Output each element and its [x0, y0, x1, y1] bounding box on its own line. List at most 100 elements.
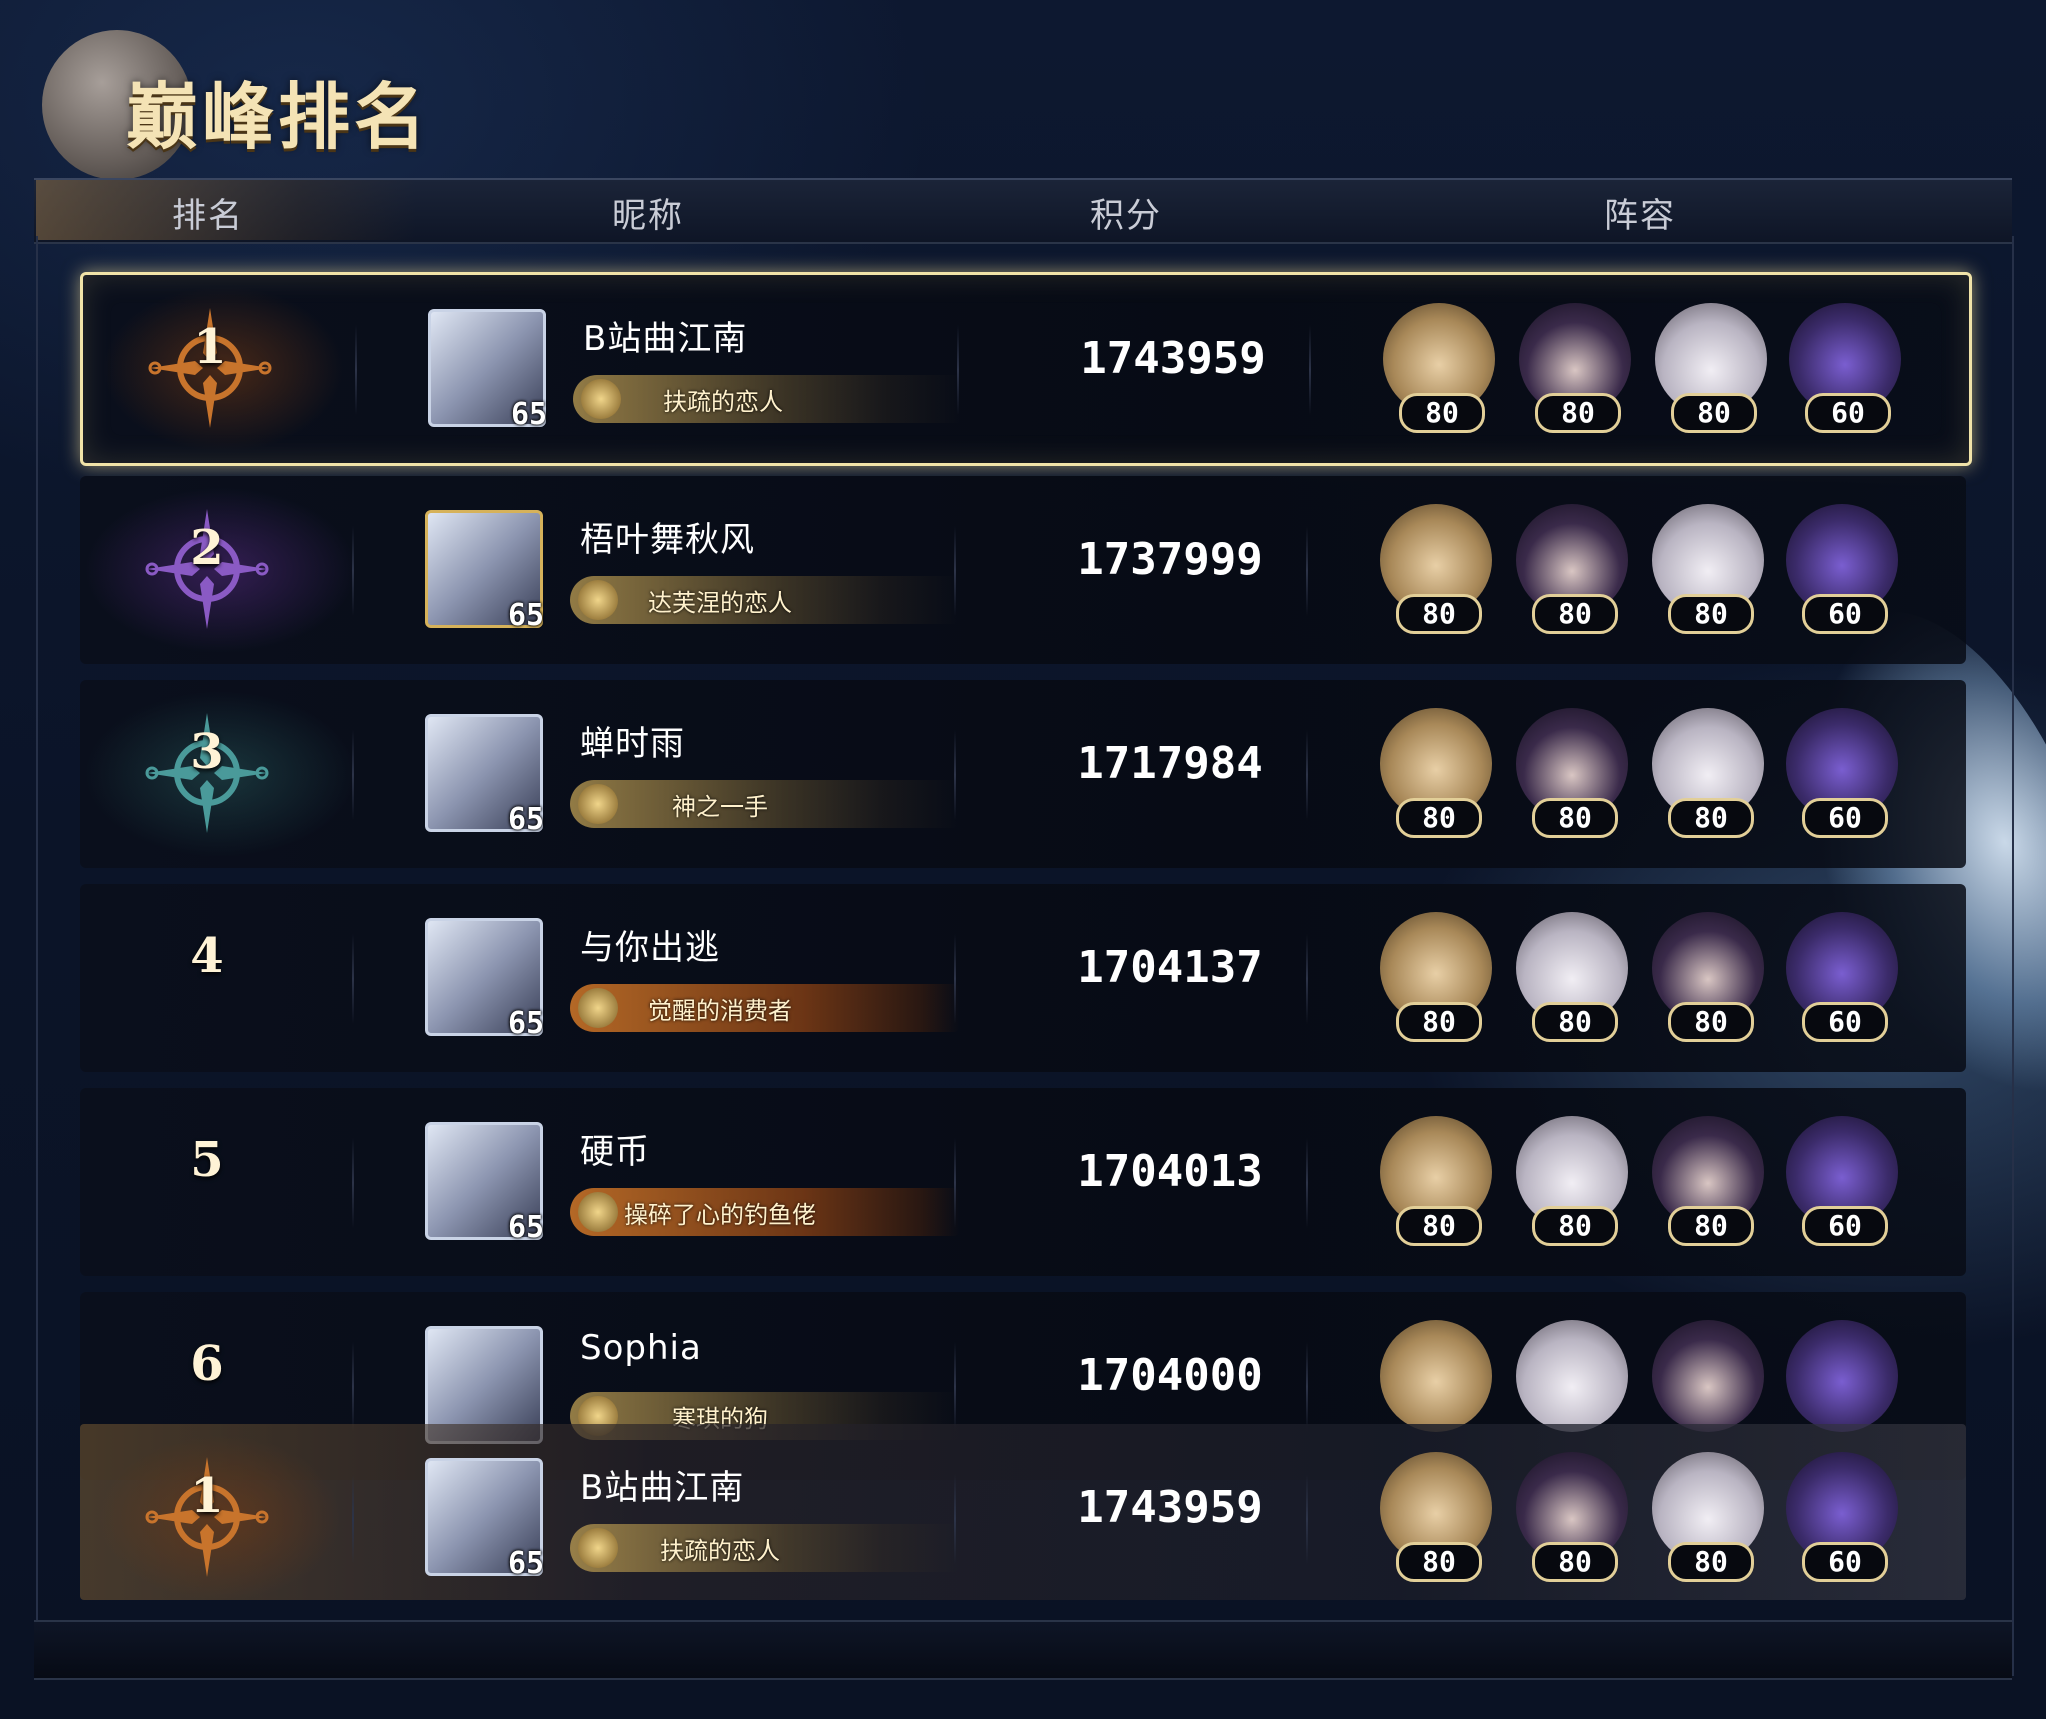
player-name: 硬币: [580, 1132, 650, 1172]
ranking-row[interactable]: 1 65 B站曲江南扶疏的恋人 1743959 80 80 80 60: [80, 272, 1972, 466]
player-level: 65: [508, 1546, 545, 1581]
hero-level: 60: [1802, 798, 1888, 838]
hero-level: 80: [1396, 594, 1482, 634]
hero-level: 60: [1802, 1542, 1888, 1582]
hero-level: 80: [1668, 1542, 1754, 1582]
hero-level: 80: [1396, 798, 1482, 838]
divider: [954, 1138, 956, 1228]
divider: [1309, 325, 1311, 415]
hero-level: 80: [1532, 594, 1618, 634]
hero-level: 80: [1396, 1002, 1482, 1042]
divider: [352, 934, 354, 1024]
divider: [1306, 1342, 1308, 1432]
player-name: B站曲江南: [583, 319, 748, 359]
hero-level: 80: [1399, 393, 1485, 433]
player-score: 1717984: [1077, 738, 1263, 789]
player-score: 1704013: [1077, 1146, 1263, 1197]
title-badge: 达芙涅的恋人: [570, 576, 960, 624]
divider: [352, 1342, 354, 1432]
hero-level: 80: [1671, 393, 1757, 433]
hero-level: 60: [1802, 1002, 1888, 1042]
badge-label: 扶疏的恋人: [663, 388, 783, 416]
divider: [954, 1342, 956, 1432]
player-level: 65: [508, 1210, 545, 1245]
divider: [352, 730, 354, 820]
divider: [352, 1474, 354, 1564]
header-score: 积分: [1090, 196, 1162, 236]
badge-label: 神之一手: [672, 793, 768, 821]
divider: [355, 325, 357, 415]
title-badge: 扶疏的恋人: [573, 375, 963, 423]
player-score: 1743959: [1080, 333, 1266, 384]
hero-level: 80: [1532, 1206, 1618, 1246]
lineup-hero[interactable]: [1652, 1320, 1764, 1432]
divider: [1306, 934, 1308, 1024]
player-level: 65: [508, 1006, 545, 1041]
lineup-hero[interactable]: [1380, 1320, 1492, 1432]
hero-level: 80: [1532, 1002, 1618, 1042]
title-badge: 神之一手: [570, 780, 960, 828]
divider: [957, 325, 959, 415]
player-name: 与你出逃: [580, 928, 720, 968]
divider: [1306, 526, 1308, 616]
hero-level: 60: [1802, 594, 1888, 634]
rank-number: 3: [190, 724, 224, 780]
hero-level: 80: [1535, 393, 1621, 433]
bottom-bar: [34, 1620, 2012, 1680]
header-rank: 排名: [172, 196, 244, 236]
ranking-row[interactable]: 4 65 与你出逃觉醒的消费者 1704137 80 80 80 60: [80, 884, 1966, 1072]
rank-number: 1: [193, 319, 227, 375]
divider: [954, 1474, 956, 1564]
lineup-hero[interactable]: [1786, 1320, 1898, 1432]
rank-number: 2: [190, 520, 224, 576]
player-level: 65: [508, 598, 545, 633]
hero-level: 80: [1396, 1542, 1482, 1582]
hero-level: 80: [1396, 1206, 1482, 1246]
header-lineup: 阵容: [1604, 196, 1676, 236]
divider: [352, 1138, 354, 1228]
rank-number: 4: [190, 928, 224, 984]
ranking-row[interactable]: 5 65 硬币操碎了心的钓鱼佬 1704013 80 80 80 60: [80, 1088, 1966, 1276]
player-name: 蝉时雨: [580, 724, 685, 764]
rank-number: 6: [190, 1336, 224, 1392]
ranking-row[interactable]: 3 65 蝉时雨神之一手 1717984 80 80 80 60: [80, 680, 1966, 868]
title-badge: 扶疏的恋人: [570, 1524, 960, 1572]
divider: [1306, 1138, 1308, 1228]
lineup-hero[interactable]: [1516, 1320, 1628, 1432]
hero-level: 60: [1802, 1206, 1888, 1246]
divider: [954, 526, 956, 616]
badge-label: 觉醒的消费者: [648, 997, 792, 1025]
player-level: 65: [511, 397, 548, 432]
player-name: Sophia: [580, 1328, 702, 1368]
hero-level: 80: [1532, 798, 1618, 838]
badge-label: 扶疏的恋人: [660, 1537, 780, 1565]
player-score: 1737999: [1077, 534, 1263, 585]
badge-label: 达芙涅的恋人: [648, 589, 792, 617]
player-level: 65: [508, 802, 545, 837]
divider: [352, 526, 354, 616]
divider: [1306, 730, 1308, 820]
rank-number: 1: [190, 1468, 224, 1524]
hero-level: 80: [1668, 1206, 1754, 1246]
ranking-row[interactable]: 2 65 梧叶舞秋风达芙涅的恋人 1737999 80 80 80 60: [80, 476, 1966, 664]
divider: [954, 730, 956, 820]
hero-level: 80: [1668, 594, 1754, 634]
title-badge: 操碎了心的钓鱼佬: [570, 1188, 960, 1236]
hero-level: 60: [1805, 393, 1891, 433]
rank-number: 5: [190, 1132, 224, 1188]
player-score: 1743959: [1077, 1482, 1263, 1533]
player-score: 1704137: [1077, 942, 1263, 993]
hero-level: 80: [1668, 1002, 1754, 1042]
badge-label: 操碎了心的钓鱼佬: [624, 1201, 816, 1229]
hero-level: 80: [1668, 798, 1754, 838]
page-title: 巅峰排名: [126, 75, 431, 159]
hero-level: 80: [1532, 1542, 1618, 1582]
player-name: 梧叶舞秋风: [580, 520, 755, 560]
divider: [1306, 1474, 1308, 1564]
title-badge: 觉醒的消费者: [570, 984, 960, 1032]
header-name: 昵称: [612, 196, 684, 236]
player-name: B站曲江南: [580, 1468, 745, 1508]
player-score: 1704000: [1077, 1350, 1263, 1401]
divider: [954, 934, 956, 1024]
my-rank-row[interactable]: 1 65 B站曲江南扶疏的恋人 1743959 80 80 80 60: [80, 1424, 1966, 1600]
